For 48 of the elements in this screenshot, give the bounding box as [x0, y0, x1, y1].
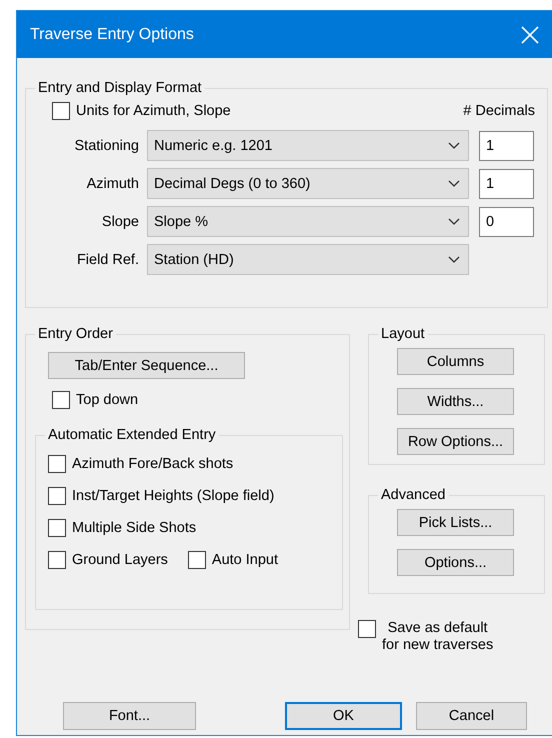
group-title: Entry and Display Format [37, 80, 203, 96]
sequence-button[interactable]: Tab/Enter Sequence... [48, 352, 245, 379]
layout-button[interactable]: Columns [397, 348, 514, 375]
checkbox[interactable] [358, 620, 376, 638]
field-label: Azimuth [86, 176, 139, 192]
group-title: Automatic Extended Entry [47, 427, 217, 443]
dialog-button[interactable]: Cancel [416, 702, 527, 730]
checkbox[interactable] [48, 551, 66, 569]
decimals-field[interactable]: 1 [479, 168, 534, 198]
dropdown[interactable]: Decimal Degs (0 to 360) [147, 168, 469, 199]
window-title: Traverse Entry Options [30, 26, 195, 44]
layout-button[interactable]: Row Options... [397, 428, 514, 455]
group-title: Advanced [380, 487, 446, 503]
checkbox-label: Top down [76, 392, 138, 408]
field-label: Stationing [74, 138, 139, 154]
dropdown[interactable]: Station (HD) [147, 244, 469, 275]
field-label: Field Ref. [76, 252, 139, 268]
column-heading: # Decimals [463, 103, 535, 119]
checkbox[interactable] [188, 551, 206, 569]
dialog-button[interactable]: OK [285, 702, 402, 730]
chevron-icon [448, 218, 460, 226]
layout-button[interactable]: Widths... [397, 388, 514, 415]
field-label: Slope [100, 214, 139, 230]
dropdown[interactable]: Slope % [147, 206, 469, 237]
checkbox[interactable] [48, 519, 66, 537]
group-title: Layout [380, 326, 426, 342]
checkbox[interactable] [48, 455, 66, 473]
chevron-icon [448, 180, 460, 188]
checkbox-label: Auto Input [212, 552, 278, 568]
checkbox-label: Azimuth Fore/Back shots [72, 456, 234, 472]
advanced-button[interactable]: Options... [397, 549, 514, 576]
decimals-field[interactable]: 0 [479, 206, 534, 236]
checkbox-label: Units for Azimuth, Slope [76, 103, 231, 119]
group-title: Entry Order [37, 326, 114, 342]
dialog-button[interactable]: Font... [63, 702, 196, 730]
checkbox-label: Save as default for new traverses [382, 620, 494, 655]
checkbox[interactable] [48, 487, 66, 505]
checkbox-label: Ground Layers [72, 552, 168, 568]
checkbox-label: Multiple Side Shots [72, 520, 196, 536]
decimals-field[interactable]: 1 [479, 130, 534, 160]
dropdown[interactable]: Numeric e.g. 1201 [147, 130, 469, 161]
close-icon[interactable] [521, 26, 539, 44]
advanced-button[interactable]: Pick Lists... [397, 509, 514, 536]
checkbox-label: Inst/Target Heights (Slope field) [72, 488, 274, 504]
checkbox[interactable] [52, 391, 70, 409]
chevron-icon [448, 256, 460, 264]
checkbox[interactable] [52, 102, 70, 120]
chevron-icon [448, 142, 460, 150]
